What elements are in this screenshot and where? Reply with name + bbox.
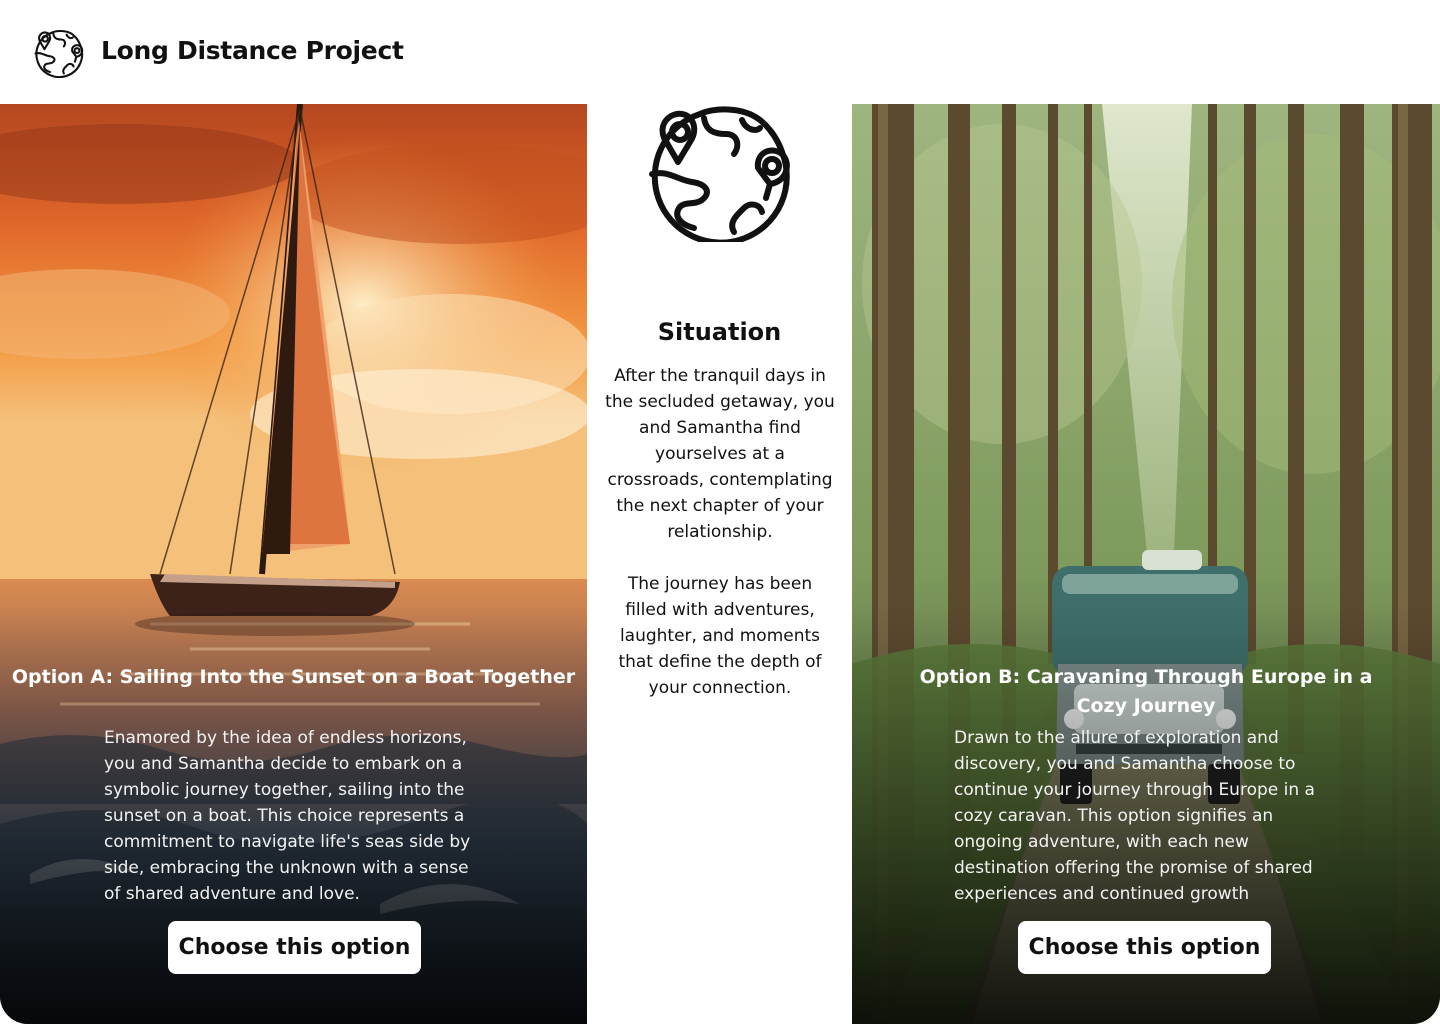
option-a-description: Enamored by the idea of endless horizons… — [104, 728, 471, 904]
app-header: Long Distance Project — [0, 0, 1440, 104]
option-a-card: Option A: Sailing Into the Sunset on a B… — [0, 104, 587, 1024]
option-b-choose-button[interactable]: Choose this option — [1018, 921, 1271, 974]
option-b-card: Option B: Caravaning Through Europe in a… — [852, 104, 1440, 1024]
situation-paragraph: After the tranquil days in the secluded … — [605, 366, 835, 542]
globe-pins-icon — [649, 106, 790, 242]
app-title: Long Distance Project — [101, 36, 404, 65]
option-b-title: Option B: Caravaning Through Europe in a… — [919, 666, 1373, 717]
option-b-description: Drawn to the allure of exploration and d… — [954, 728, 1315, 904]
globe-pins-icon — [34, 29, 84, 78]
situation-text: After the tranquil days in the secluded … — [605, 363, 835, 727]
option-a-choose-button[interactable]: Choose this option — [168, 921, 421, 974]
situation-title: Situation — [657, 318, 782, 346]
option-a-title: Option A: Sailing Into the Sunset on a B… — [11, 666, 576, 688]
situation-paragraph: The journey has been filled with adventu… — [618, 574, 822, 698]
